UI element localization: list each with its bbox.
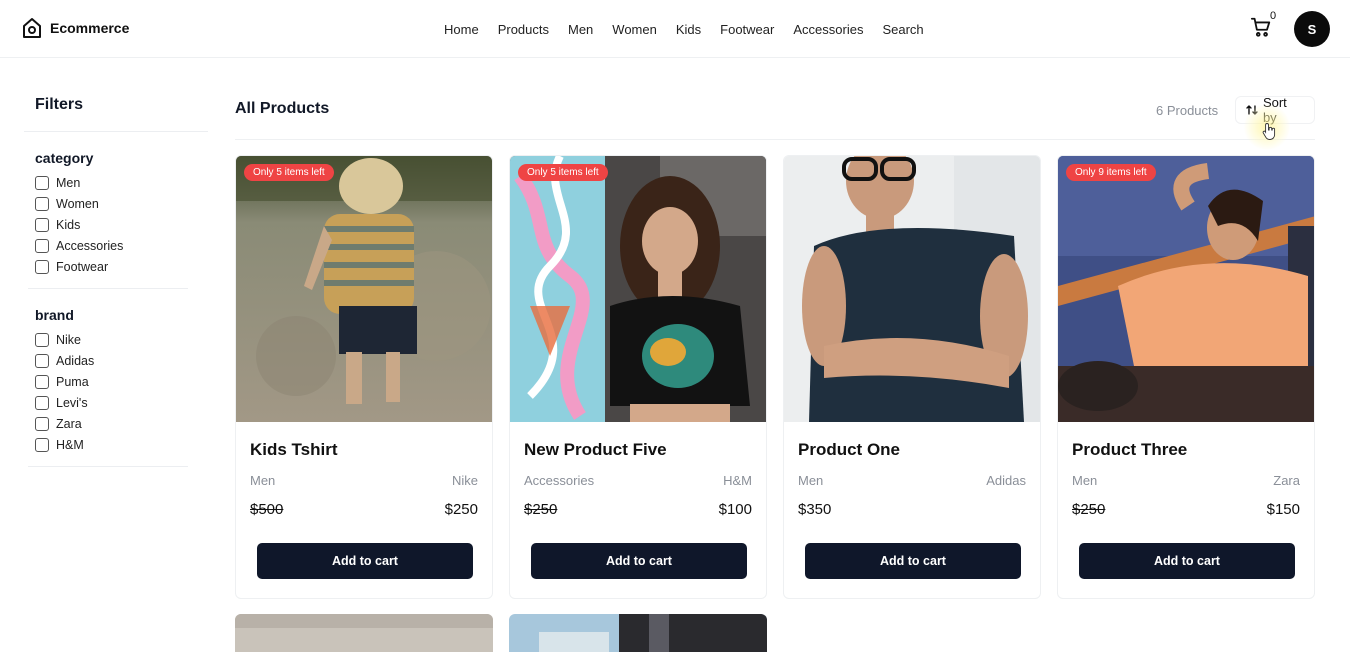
checkbox[interactable] (35, 260, 49, 275)
sale-price: $250 (444, 501, 478, 518)
product-card[interactable]: Only 9 items left Product Three Men Zara… (1057, 155, 1315, 599)
nav-products[interactable]: Products (498, 22, 549, 37)
filter-label: Levi's (56, 396, 88, 411)
product-category: Men (1072, 473, 1098, 488)
product-image[interactable]: Only 9 items left (1058, 156, 1314, 422)
product-name[interactable]: Product One (798, 440, 900, 460)
nav-women[interactable]: Women (612, 22, 657, 37)
checkbox[interactable] (35, 175, 49, 190)
product-image[interactable]: Only 5 items left (236, 156, 492, 422)
page-title: All Products (235, 100, 330, 117)
product-image[interactable] (235, 614, 493, 652)
filter-option-adidas[interactable]: Adidas (35, 350, 208, 371)
checkbox[interactable] (35, 332, 49, 347)
product-image[interactable]: Only 5 items left (510, 156, 766, 422)
product-category: Men (798, 473, 824, 488)
filter-label: Women (56, 196, 99, 211)
checkbox[interactable] (35, 374, 49, 389)
top-navbar: Ecommerce Home Products Men Women Kids F… (0, 0, 1350, 58)
filters-title: Filters (24, 96, 208, 132)
checkbox[interactable] (35, 196, 49, 211)
filter-option-men[interactable]: Men (35, 172, 208, 193)
product-card[interactable]: Only 5 items left Kids Tshirt Men Nike $… (235, 155, 493, 599)
divider (28, 466, 188, 468)
nav-search[interactable]: Search (882, 22, 923, 37)
checkbox[interactable] (35, 417, 49, 432)
cart-button[interactable]: 0 (1250, 10, 1276, 42)
brand-link[interactable]: Ecommerce (22, 17, 129, 39)
product-name[interactable]: Kids Tshirt (250, 440, 338, 460)
shopping-cart-icon (1250, 17, 1271, 37)
category-filter-title: category (35, 150, 94, 166)
filter-option-footwear[interactable]: Footwear (35, 257, 208, 278)
original-price: $250 (524, 501, 558, 518)
stock-badge: Only 9 items left (1066, 164, 1156, 181)
filter-label: Nike (56, 332, 82, 347)
filter-label: H&M (56, 438, 84, 453)
product-count: 6 Products (1156, 103, 1219, 118)
product-name[interactable]: Product Three (1072, 440, 1187, 460)
product-price: $350 (798, 501, 832, 518)
brand-filter-group: brand Nike Adidas Puma Levi's Zara H&M (24, 289, 208, 456)
filter-option-kids[interactable]: Kids (35, 214, 208, 235)
product-brand: Zara (1273, 473, 1300, 488)
user-avatar[interactable]: S (1294, 11, 1330, 47)
filter-label: Footwear (56, 260, 109, 275)
category-filter-group: category Men Women Kids Accessories Foot… (24, 132, 208, 278)
product-image[interactable] (784, 156, 1040, 422)
original-price: $250 (1072, 501, 1106, 518)
filter-label: Men (56, 175, 81, 190)
filter-option-zara[interactable]: Zara (35, 414, 208, 435)
product-card[interactable]: Product One Men Adidas $350 Add to cart (783, 155, 1041, 599)
checkbox[interactable] (35, 217, 49, 232)
product-image[interactable] (509, 614, 767, 652)
product-brand: Adidas (986, 473, 1026, 488)
nav-footwear[interactable]: Footwear (720, 22, 774, 37)
add-to-cart-button[interactable]: Add to cart (257, 543, 473, 579)
brand-name: Ecommerce (50, 20, 130, 36)
filter-option-nike[interactable]: Nike (35, 329, 208, 350)
filter-option-accessories[interactable]: Accessories (35, 236, 208, 257)
sale-price: $100 (718, 501, 752, 518)
filter-option-puma[interactable]: Puma (35, 371, 208, 392)
product-category: Accessories (524, 473, 595, 488)
nav-home[interactable]: Home (444, 22, 479, 37)
product-card-partial[interactable] (235, 614, 493, 652)
checkbox[interactable] (35, 396, 49, 411)
filter-option-hm[interactable]: H&M (35, 435, 208, 456)
hand-cursor-icon (1262, 123, 1276, 140)
filter-label: Puma (56, 374, 89, 389)
product-card[interactable]: Only 5 items left New Product Five Acces… (509, 155, 767, 599)
brand-filter-title: brand (35, 306, 74, 323)
product-name[interactable]: New Product Five (524, 440, 667, 460)
product-brand: Nike (451, 473, 478, 488)
cart-count-badge: 0 (1270, 10, 1277, 22)
checkbox[interactable] (35, 353, 49, 368)
stock-badge: Only 5 items left (518, 164, 608, 181)
add-to-cart-button[interactable]: Add to cart (805, 543, 1021, 579)
filter-label: Zara (56, 417, 82, 432)
filter-label: Accessories (56, 239, 124, 254)
filter-label: Adidas (56, 353, 95, 368)
products-header: All Products 6 Products Sort by (235, 95, 1315, 140)
filter-option-levis[interactable]: Levi's (35, 393, 208, 414)
product-brand: H&M (723, 473, 752, 488)
product-category: Men (250, 473, 276, 488)
nav-men[interactable]: Men (568, 22, 593, 37)
nav-accessories[interactable]: Accessories (793, 22, 863, 37)
product-card-partial[interactable] (509, 614, 767, 652)
original-price: $500 (250, 501, 284, 518)
add-to-cart-button[interactable]: Add to cart (531, 543, 747, 579)
store-logo-icon (23, 18, 41, 38)
nav-kids[interactable]: Kids (676, 22, 701, 37)
main-nav: Home Products Men Women Kids Footwear Ac… (444, 22, 924, 37)
filter-label: Kids (56, 217, 81, 232)
add-to-cart-button[interactable]: Add to cart (1079, 543, 1295, 579)
sale-price: $150 (1266, 501, 1300, 518)
stock-badge: Only 5 items left (244, 164, 334, 181)
checkbox[interactable] (35, 438, 49, 453)
filter-option-women[interactable]: Women (35, 193, 208, 214)
checkbox[interactable] (35, 239, 49, 254)
filters-sidebar: Filters category Men Women Kids Accessor… (24, 96, 208, 468)
